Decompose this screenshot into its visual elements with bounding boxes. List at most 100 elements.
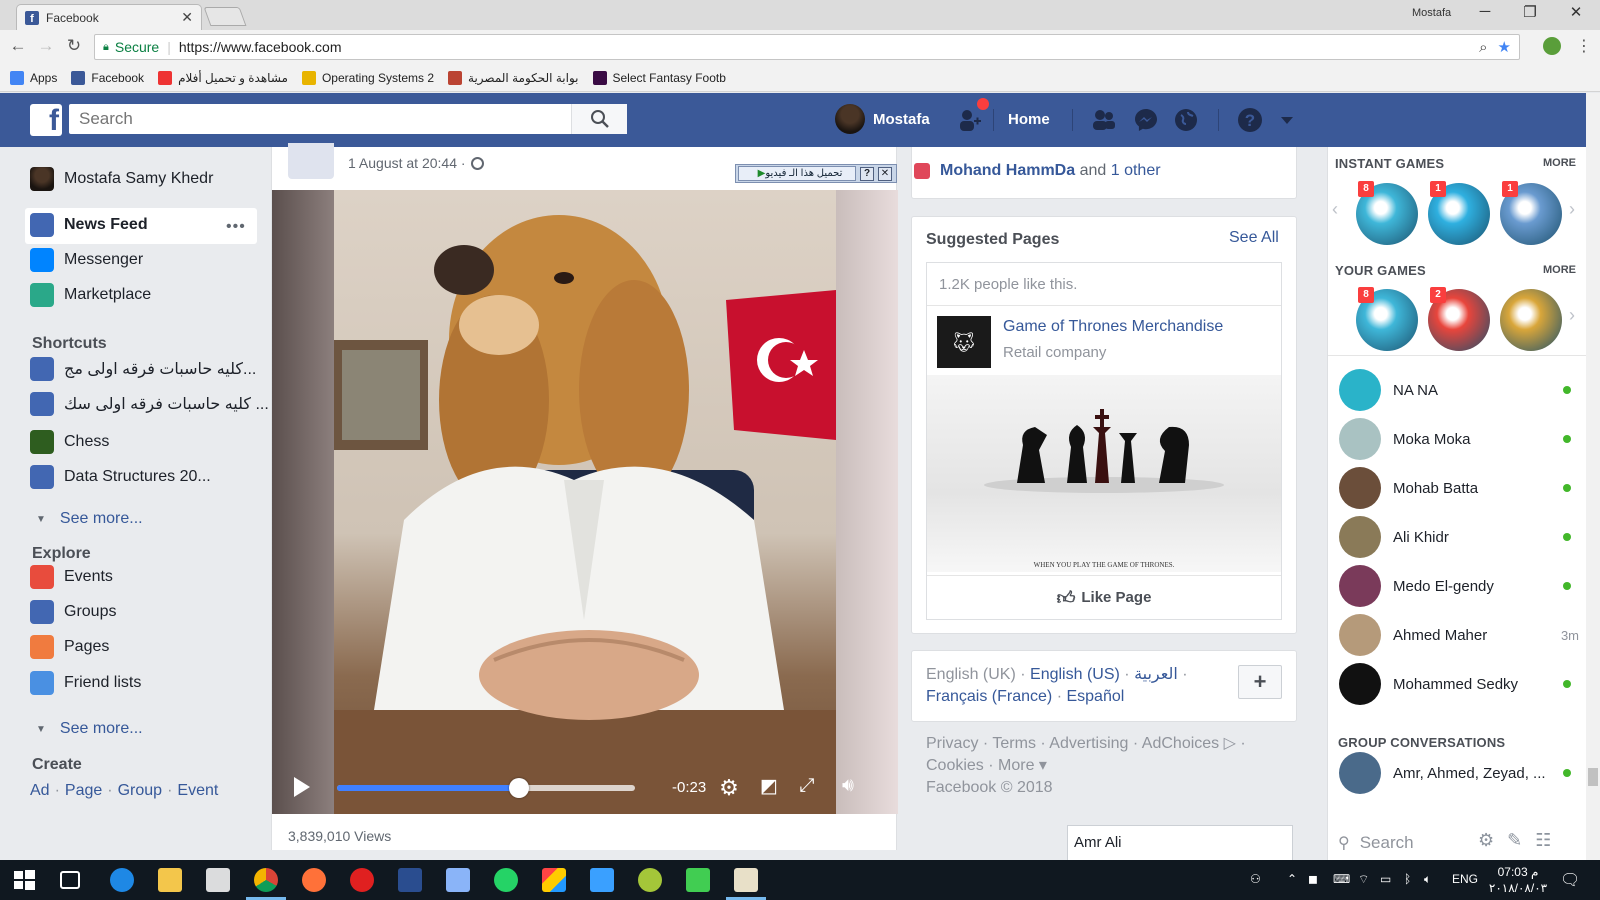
chat-contact[interactable]: Amr, Ahmed, Zeyad, ...: [1339, 752, 1579, 794]
messenger-icon[interactable]: [1133, 107, 1159, 133]
file-explorer-icon[interactable]: [158, 868, 182, 892]
bookmark-item[interactable]: Operating Systems 2: [301, 70, 434, 85]
bookmark-item[interactable]: Select Fantasy Footb: [592, 70, 726, 85]
zoom-icon[interactable]: ⌕: [1479, 39, 1487, 56]
chat-contact[interactable]: Medo El-gendy: [1339, 565, 1579, 607]
create-link[interactable]: Group: [118, 782, 162, 799]
bluetooth-icon[interactable]: ᛒ: [1404, 872, 1411, 886]
post-author-avatar[interactable]: [288, 143, 334, 179]
liked-by-others[interactable]: 1 other: [1111, 162, 1161, 180]
browser-menu-icon[interactable]: ⋮: [1576, 36, 1592, 56]
sidebar-item-shortcuts[interactable]: كليه حاسبات فرقه اولى سك ...: [30, 392, 269, 416]
sidebar-item-explore[interactable]: Pages: [30, 635, 109, 659]
footer-link[interactable]: Terms: [992, 735, 1036, 752]
sidebar-item-main-items[interactable]: Marketplace: [30, 283, 151, 307]
chat-settings-gear-icon[interactable]: ⚙: [1478, 830, 1494, 850]
sidebar-item-shortcuts[interactable]: كليه حاسبات فرقه اولى مج...: [30, 357, 256, 381]
chat-contact[interactable]: Mohab Batta: [1339, 467, 1579, 509]
sidebar-item-explore[interactable]: Events: [30, 565, 113, 589]
footer-link[interactable]: Privacy: [926, 735, 978, 752]
picture-in-picture-icon[interactable]: ◩: [756, 775, 782, 798]
url-text[interactable]: https://www.facebook.com: [179, 39, 342, 55]
show-hidden-icons-chevron-up-icon[interactable]: ⌃: [1287, 872, 1297, 886]
sidebar-item-shortcuts[interactable]: Data Structures 20...: [30, 465, 211, 489]
download-video-button[interactable]: تحميل هذا الـ فيديو ▶: [738, 166, 856, 181]
store-icon[interactable]: [206, 868, 230, 892]
explore-see-more-link[interactable]: ▼ See more...: [36, 720, 143, 738]
chat-contact[interactable]: NA NA: [1339, 369, 1579, 411]
fullscreen-icon[interactable]: ⤢: [794, 775, 820, 797]
see-all-link[interactable]: See All: [1229, 229, 1279, 247]
close-icon[interactable]: ✕: [878, 166, 892, 181]
video-player[interactable]: -0:23 ⚙ ◩ ⤢ 🔊︎: [272, 190, 898, 814]
footer-link[interactable]: AdChoices: [1142, 735, 1219, 752]
home-link[interactable]: Home: [1008, 111, 1050, 128]
footer-link[interactable]: More: [998, 757, 1034, 774]
settings-gear-icon[interactable]: ⚙: [716, 775, 742, 801]
search-button[interactable]: [571, 104, 627, 134]
create-link[interactable]: Event: [177, 782, 218, 799]
input-language-indicator[interactable]: ENG: [1452, 872, 1478, 886]
add-language-button[interactable]: +: [1238, 665, 1282, 699]
bookmark-star-icon[interactable]: ★: [1498, 39, 1511, 56]
page-cover-image[interactable]: WHEN YOU PLAY THE GAME OF THRONES.: [927, 375, 1281, 572]
restore-icon[interactable]: ❐: [1510, 3, 1550, 21]
instant-games-more-link[interactable]: MORE: [1543, 157, 1576, 169]
friend-requests-icon[interactable]: [1091, 107, 1117, 133]
post-timestamp[interactable]: 1 August at 20:44 ·: [348, 155, 484, 171]
language-link[interactable]: Français (France): [926, 688, 1052, 705]
sidebar-item-explore[interactable]: Friend lists: [30, 671, 141, 695]
dev-cpp-icon[interactable]: [398, 868, 422, 892]
got-wolf-logo-icon[interactable]: 🐺︎: [937, 316, 991, 368]
help-icon[interactable]: ?: [860, 166, 874, 181]
find-friends-icon[interactable]: [957, 107, 983, 133]
sidebar-item-explore[interactable]: Groups: [30, 600, 116, 624]
new-tab-button[interactable]: [203, 7, 247, 26]
news-feed-options-icon[interactable]: •••: [226, 218, 246, 236]
back-icon[interactable]: ←: [8, 36, 28, 56]
forward-icon[interactable]: →: [36, 36, 56, 56]
java-app-icon[interactable]: [734, 868, 758, 892]
windows-start-icon[interactable]: [12, 868, 36, 892]
sync-app-icon[interactable]: [590, 868, 614, 892]
page-scrollbar[interactable]: [1586, 93, 1600, 860]
chat-search-input[interactable]: Search: [1360, 833, 1414, 853]
minimize-icon[interactable]: ─: [1465, 3, 1505, 20]
new-message-compose-icon[interactable]: ✎: [1507, 830, 1522, 850]
edge-browser-icon[interactable]: [110, 868, 134, 892]
profile-link[interactable]: Mostafa Samy Khedr: [30, 167, 213, 191]
chat-tab-amr-ali[interactable]: Amr Ali: [1067, 825, 1293, 860]
task-view-icon[interactable]: [60, 871, 80, 889]
notifications-globe-icon[interactable]: [1173, 107, 1199, 133]
chevron-left-icon[interactable]: ‹: [1332, 199, 1338, 220]
address-bar[interactable]: 🔒︎ Secure | https://www.facebook.com ⌕ ★: [94, 34, 1520, 60]
language-link[interactable]: العربية: [1134, 666, 1178, 683]
account-menu-chevron-down-icon[interactable]: [1279, 107, 1295, 133]
bookmark-item[interactable]: Facebook: [71, 70, 144, 85]
language-link[interactable]: Español: [1066, 688, 1124, 705]
play-icon[interactable]: [294, 777, 310, 797]
action-center-icon[interactable]: 🗨︎: [1560, 870, 1580, 890]
whatsapp-icon[interactable]: [494, 868, 518, 892]
facebook-logo-icon[interactable]: f: [30, 104, 62, 136]
shortcuts-see-more-link[interactable]: ▼ See more...: [36, 510, 143, 528]
browser-tab-facebook[interactable]: f Facebook ✕: [16, 4, 202, 30]
game-thumbnail-icon[interactable]: [1500, 289, 1562, 351]
battery-icon[interactable]: ▭: [1380, 872, 1391, 886]
photos-app-icon[interactable]: [542, 868, 566, 892]
antivirus-tray-icon[interactable]: ◼: [1308, 872, 1318, 886]
qt-creator-icon[interactable]: [686, 868, 710, 892]
people-icon[interactable]: ⚇: [1250, 872, 1261, 886]
language-link[interactable]: English (US): [1030, 666, 1120, 683]
bookmark-item[interactable]: بوابة الحكومة المصرية: [448, 70, 579, 85]
recorder-app-icon[interactable]: [350, 868, 374, 892]
help-icon[interactable]: ?: [1237, 107, 1263, 133]
tab-close-icon[interactable]: ✕: [181, 9, 193, 26]
virtualbox-icon[interactable]: [446, 868, 470, 892]
volume-icon[interactable]: 🔈︎: [1424, 872, 1431, 887]
bookmark-item[interactable]: مشاهدة و تحميل أفلام: [158, 70, 288, 85]
page-name-link[interactable]: Game of Thrones Merchandise: [1003, 318, 1223, 336]
create-group-icon[interactable]: ☷: [1535, 830, 1551, 850]
sidebar-item-shortcuts[interactable]: Chess: [30, 430, 109, 454]
like-page-button[interactable]: 👍︎ Like Page: [927, 575, 1281, 619]
